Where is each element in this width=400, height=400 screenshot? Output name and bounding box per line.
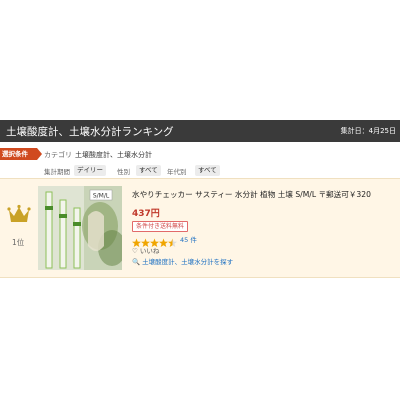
rating-stars [132,233,178,247]
selected-conditions-label: 選択条件 [0,148,42,160]
image-size-tag: S/M/L [93,193,110,200]
product-title[interactable]: 水やりチェッカー サスティー 水分計 植物 土壌 S/M/L 〒郵送可￥320 [132,189,371,200]
period-chip[interactable]: デイリー [74,165,106,176]
category-label: カテゴリ [44,151,72,159]
heart-icon: ♡ [132,247,138,255]
category-search-label: 土壌酸度計、土壌水分計を探す [142,258,234,266]
shipping-badge: 条件付き送料無料 [132,221,189,232]
rank-label: 1位 [12,238,25,247]
crown-icon [7,204,31,228]
like-label: いいね [139,247,160,255]
review-count-link[interactable]: 45 件 [180,234,197,244]
like-button[interactable]: ♡ いいね [132,245,159,255]
gender-label: 性別 [117,168,130,176]
product-price: 437円 [132,209,160,219]
age-label: 年代別 [167,168,187,176]
search-icon: 🔍 [132,258,141,266]
category-value: 土壌酸度計、土壌水分計 [75,151,152,159]
age-chip[interactable]: すべて [195,165,220,176]
aggregation-date: 集計日：4月25日 [340,127,396,135]
category-search-link[interactable]: 🔍 土壌酸度計、土壌水分計を探す [132,256,233,266]
period-label: 集計期間 [44,168,70,176]
product-image[interactable]: S/M/L [38,186,122,270]
ranking-header: 土壌酸度計、土壌水分計ランキング 集計日：4月25日 [0,120,400,142]
page-title: 土壌酸度計、土壌水分計ランキング [6,126,174,138]
gender-chip[interactable]: すべて [136,165,161,176]
